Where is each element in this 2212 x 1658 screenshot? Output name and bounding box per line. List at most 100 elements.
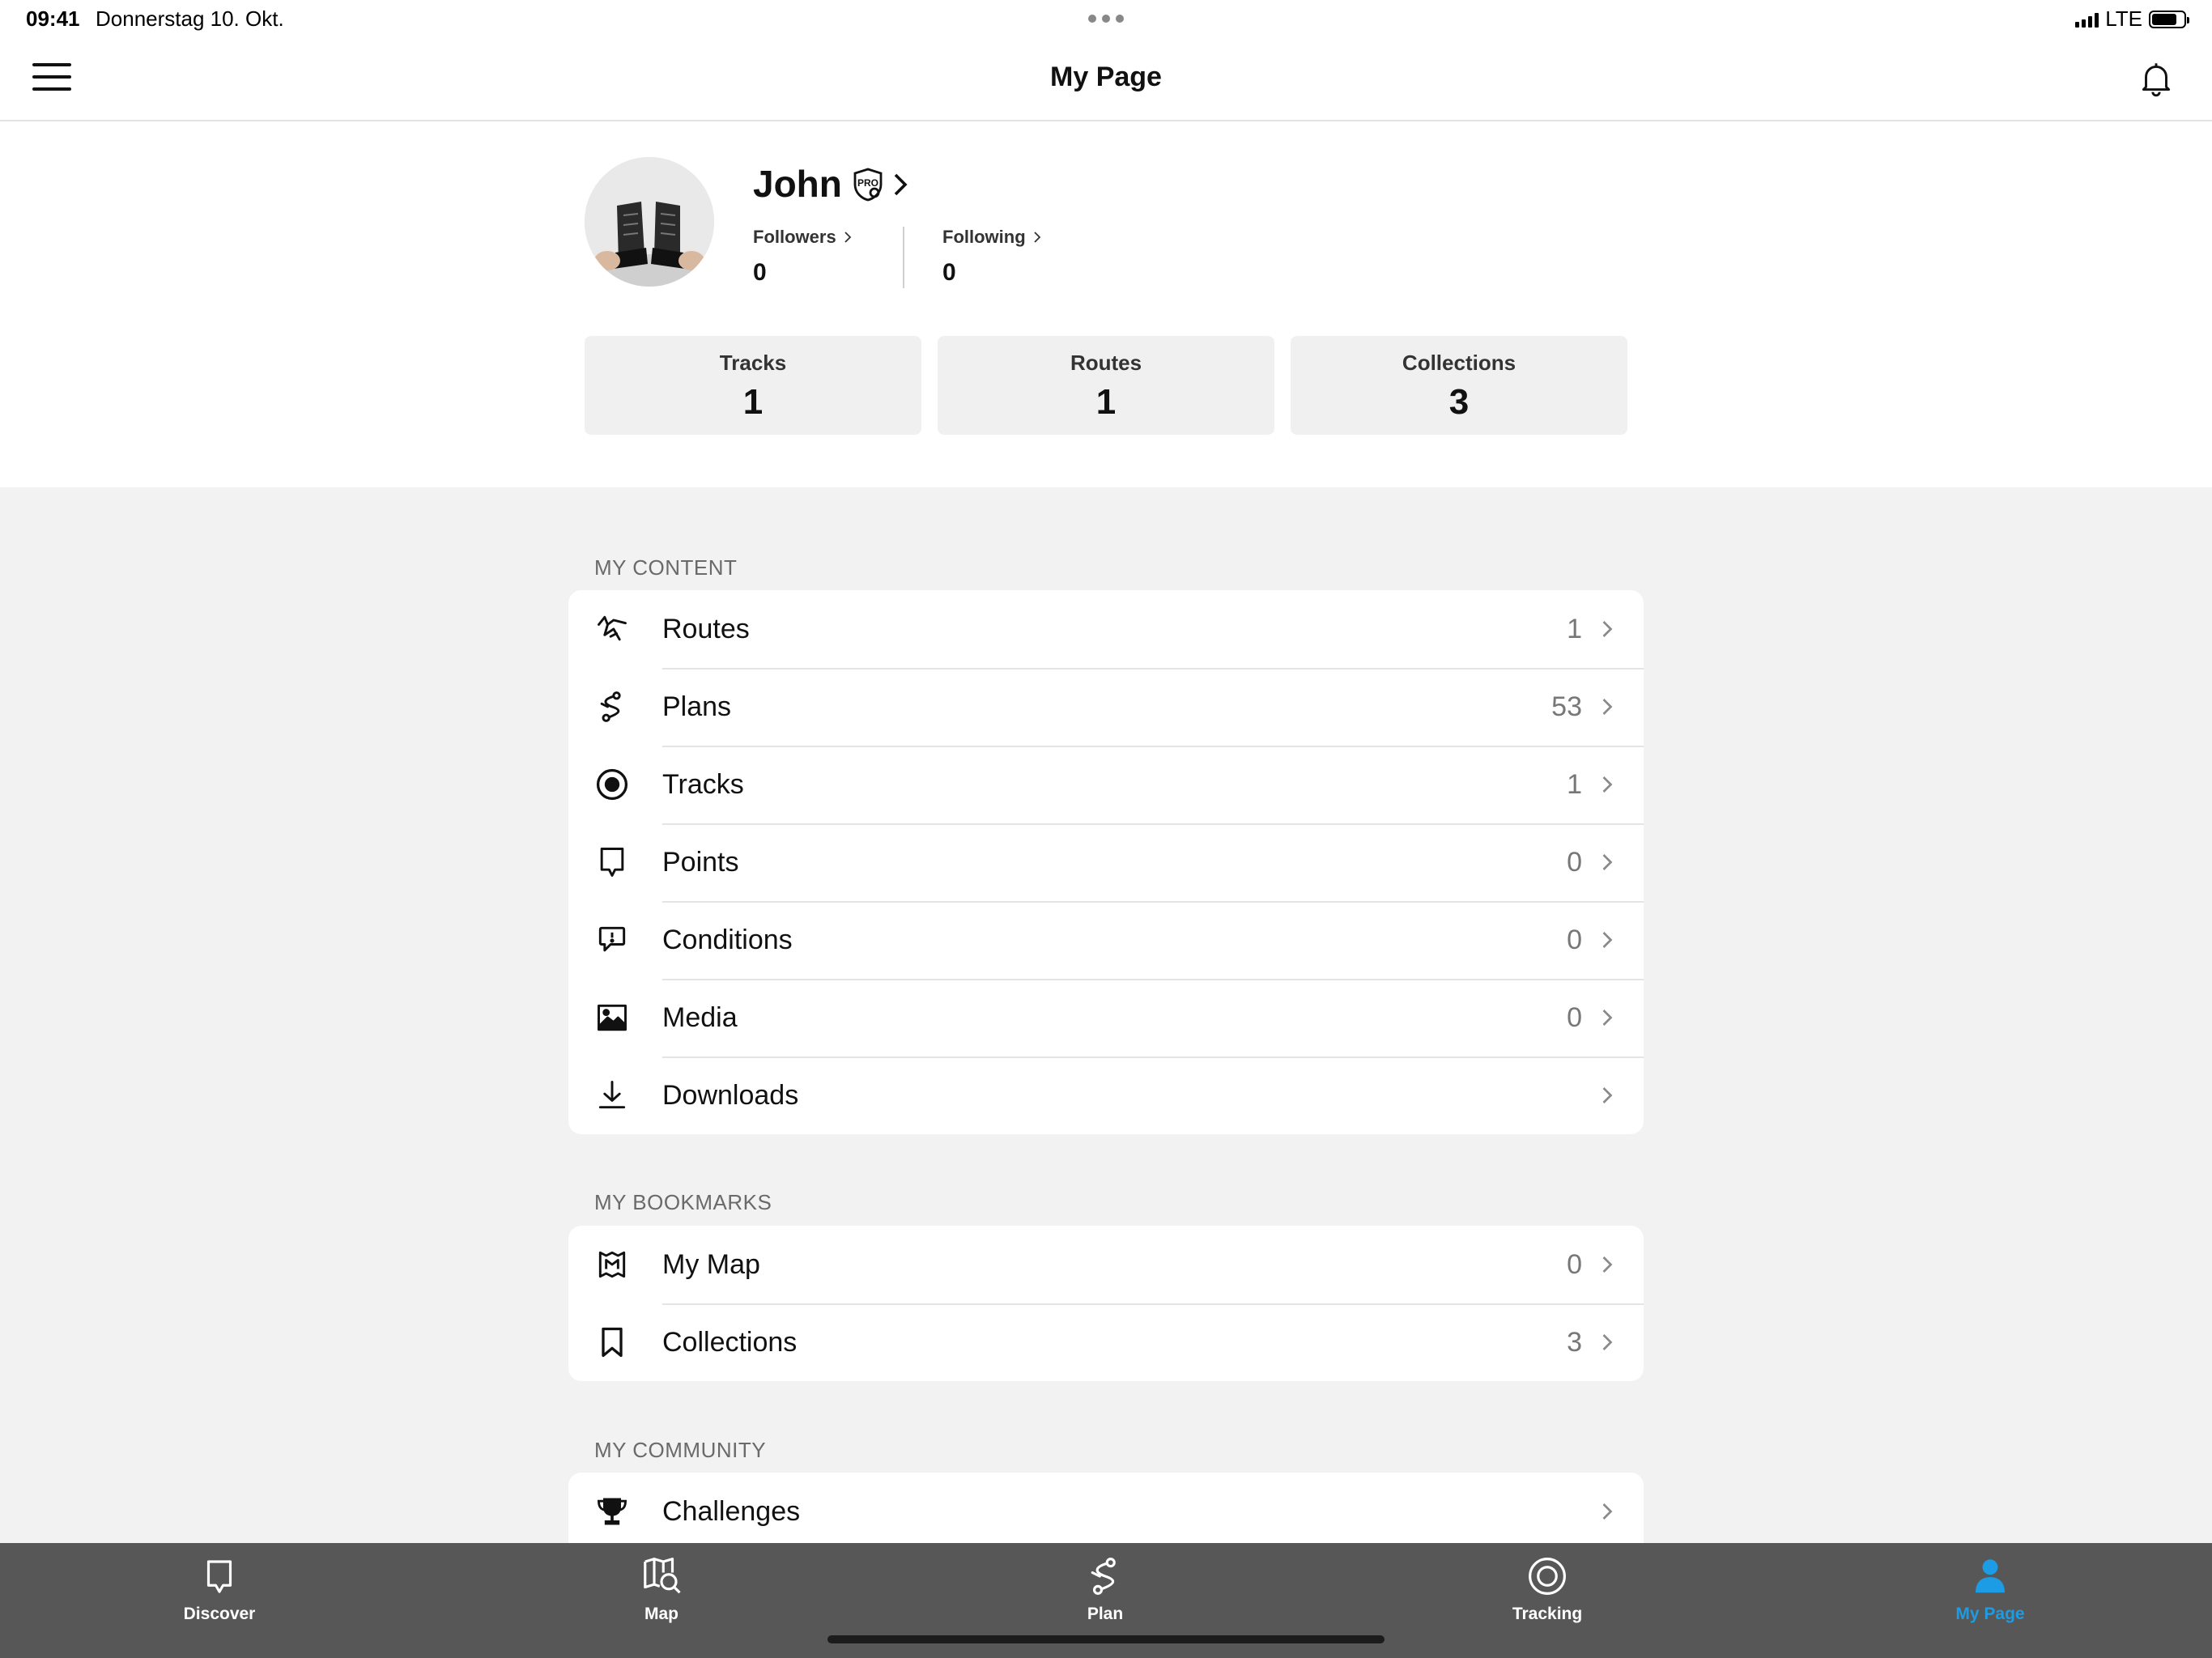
tab-label: Discover (183, 1605, 256, 1623)
list-item-tracks[interactable]: Tracks 1 (568, 746, 1644, 823)
conditions-icon (598, 926, 626, 952)
avatar[interactable] (585, 157, 714, 287)
chevron-right-icon (1602, 621, 1613, 637)
tab-my-page[interactable]: My Page (1909, 1554, 2071, 1624)
section-title-my-content: MY CONTENT (594, 555, 738, 580)
list-item-label: Points (662, 846, 739, 878)
list-item-count: 1 (1567, 613, 1582, 644)
stat-label: Tracks (719, 351, 787, 375)
chevron-right-icon (1602, 1503, 1613, 1520)
nav-bar: My Page (0, 39, 2212, 121)
list-item-count: 1 (1567, 768, 1582, 800)
followers-label: Followers (753, 227, 836, 247)
section-title-my-community: MY COMMUNITY (594, 1438, 767, 1462)
map-search-icon (644, 1558, 681, 1594)
stat-value: 1 (1095, 382, 1117, 422)
stat-card-collections[interactable]: Collections 3 (1291, 336, 1627, 435)
tab-label: My Page (1955, 1605, 2025, 1623)
plan-icon (1091, 1558, 1116, 1595)
following-button[interactable]: Following 0 (942, 227, 1042, 287)
signal-icon (2075, 11, 2099, 28)
list-item-my-map[interactable]: My Map 0 (568, 1226, 1644, 1303)
multitasking-dots[interactable] (1088, 15, 1124, 23)
tab-discover[interactable]: Discover (138, 1554, 300, 1624)
status-time: 09:41 (26, 6, 80, 31)
chevron-right-icon (1602, 699, 1613, 715)
tab-label: Map (644, 1605, 678, 1623)
list-item-media[interactable]: Media 0 (568, 979, 1644, 1056)
chevron-right-icon[interactable] (891, 170, 910, 199)
stat-label: Collections (1402, 351, 1516, 375)
person-icon (1976, 1559, 2005, 1593)
list-item-label: Tracks (662, 768, 744, 800)
media-icon (598, 1004, 627, 1031)
list-item-downloads[interactable]: Downloads (568, 1056, 1644, 1134)
stat-label: Routes (1070, 351, 1142, 375)
my-bookmarks-list: My Map 0 Collections 3 (568, 1226, 1644, 1381)
download-icon (598, 1081, 626, 1109)
tab-tracking[interactable]: Tracking (1466, 1554, 1628, 1624)
list-item-challenges[interactable]: Challenges (568, 1473, 1644, 1543)
stat-value: 3 (1448, 382, 1470, 422)
list-item-points[interactable]: Points 0 (568, 823, 1644, 901)
my-community-list: Challenges (568, 1473, 1644, 1543)
list-item-plans[interactable]: Plans 53 (568, 668, 1644, 746)
tab-map[interactable]: Map (581, 1554, 742, 1624)
my-content-list: Routes 1 Plans 53 Tracks 1 Points 0 Cond… (568, 590, 1644, 1134)
stat-card-tracks[interactable]: Tracks 1 (585, 336, 921, 435)
list-item-label: My Map (662, 1248, 760, 1280)
chevron-right-icon (844, 232, 851, 243)
bookmark-icon (602, 1327, 623, 1358)
list-item-conditions[interactable]: Conditions 0 (568, 901, 1644, 979)
list-item-label: Media (662, 1001, 738, 1033)
followers-count: 0 (753, 259, 767, 286)
chevron-right-icon (1602, 1010, 1613, 1026)
svg-text:PRO: PRO (857, 177, 878, 189)
hiking-boots-image (585, 157, 714, 287)
list-item-count: 0 (1567, 1001, 1582, 1033)
list-item-count: 3 (1567, 1326, 1582, 1358)
list-item-label: Collections (662, 1326, 798, 1358)
following-label: Following (942, 227, 1026, 247)
list-item-label: Plans (662, 691, 732, 722)
tracking-icon (1529, 1558, 1566, 1595)
pro-badge-icon: PRO (853, 168, 883, 202)
chevron-right-icon (1034, 232, 1040, 243)
status-date: Donnerstag 10. Okt. (96, 6, 284, 31)
routes-icon (598, 615, 627, 641)
page-title: My Page (1050, 62, 1162, 92)
tab-plan[interactable]: Plan (1024, 1554, 1186, 1624)
chevron-right-icon (1602, 1087, 1613, 1103)
list-item-label: Downloads (662, 1079, 799, 1111)
chevron-right-icon (1602, 1334, 1613, 1350)
chevron-right-icon (1602, 932, 1613, 948)
following-count: 0 (942, 259, 956, 286)
tab-label: Tracking (1512, 1605, 1583, 1623)
profile-name[interactable]: John (753, 162, 842, 206)
list-item-label: Routes (662, 613, 750, 644)
followers-button[interactable]: Followers 0 (753, 227, 853, 287)
chevron-right-icon (1602, 854, 1613, 870)
trophy-icon (598, 1498, 627, 1525)
list-item-collections[interactable]: Collections 3 (568, 1303, 1644, 1381)
discover-icon (206, 1560, 232, 1593)
chevron-right-icon (1602, 1256, 1613, 1273)
stat-card-routes[interactable]: Routes 1 (938, 336, 1274, 435)
status-bar: 09:41 Donnerstag 10. Okt. LTE (0, 0, 2212, 39)
list-item-routes[interactable]: Routes 1 (568, 590, 1644, 668)
chevron-right-icon (1602, 776, 1613, 793)
follow-divider (903, 227, 904, 288)
profile-header: John PRO Followers 0 Following 0 Tracks … (0, 121, 2212, 487)
list-item-label: Conditions (662, 924, 793, 955)
list-item-count: 0 (1567, 924, 1582, 955)
list-item-count: 53 (1551, 691, 1582, 722)
notification-bell-icon[interactable] (2136, 58, 2176, 99)
home-indicator[interactable] (827, 1635, 1385, 1643)
tracks-icon (596, 768, 628, 801)
list-item-label: Challenges (662, 1495, 801, 1527)
my-map-icon (598, 1251, 626, 1278)
network-label: LTE (2105, 6, 2142, 31)
list-item-count: 0 (1567, 846, 1582, 878)
battery-icon (2149, 10, 2189, 28)
section-title-my-bookmarks: MY BOOKMARKS (594, 1190, 772, 1214)
